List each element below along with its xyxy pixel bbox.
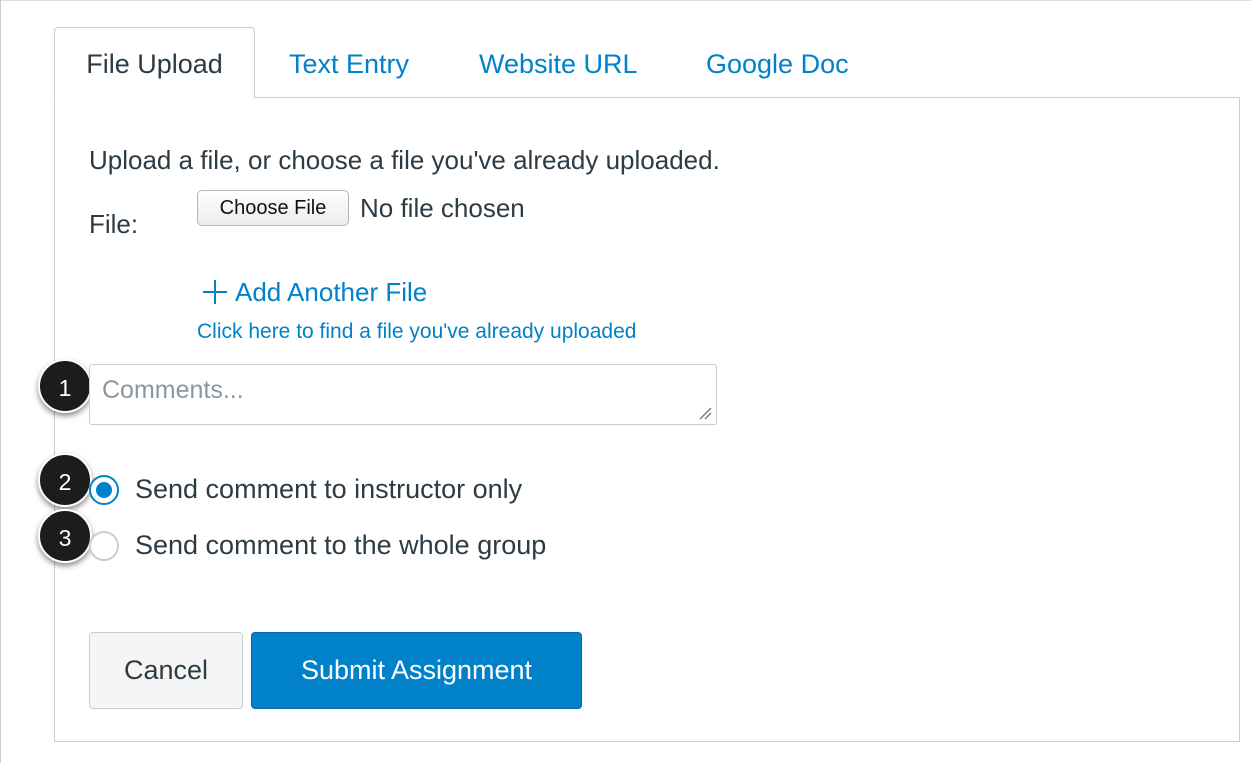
frame-top-border — [0, 0, 1251, 1]
callout-badge-2: 2 — [38, 453, 92, 507]
radio-label-whole-group: Send comment to the whole group — [135, 530, 547, 560]
radio-instructor-only[interactable]: Send comment to instructor only — [89, 474, 522, 505]
frame-left-border — [0, 0, 1, 763]
tab-google-doc[interactable]: Google Doc — [706, 35, 849, 93]
radio-button-checked[interactable] — [89, 474, 119, 505]
choose-file-button[interactable]: Choose File — [197, 190, 349, 226]
resize-grip-icon[interactable] — [698, 406, 712, 420]
tab-file-upload[interactable]: File Upload — [54, 27, 255, 99]
cancel-button[interactable]: Cancel — [89, 632, 243, 709]
tab-website-url[interactable]: Website URL — [479, 35, 638, 93]
file-label: File: — [89, 209, 139, 239]
add-another-file-label: Add Another File — [235, 277, 428, 307]
add-another-file-link[interactable]: Add Another File — [197, 274, 427, 310]
find-uploaded-file-link[interactable]: Click here to find a file you've already… — [197, 320, 636, 344]
callout-badge-1: 1 — [38, 359, 92, 413]
comments-textarea[interactable] — [89, 364, 717, 425]
tab-text-entry[interactable]: Text Entry — [289, 35, 409, 93]
upload-instructions: Upload a file, or choose a file you've a… — [89, 145, 720, 175]
no-file-chosen-text: No file chosen — [360, 193, 525, 223]
radio-whole-group[interactable]: Send comment to the whole group — [89, 530, 546, 561]
radio-label-instructor-only: Send comment to instructor only — [135, 474, 523, 504]
submit-assignment-button[interactable]: Submit Assignment — [251, 632, 582, 709]
callout-badge-3: 3 — [38, 509, 92, 563]
radio-button-unchecked[interactable] — [89, 530, 119, 561]
plus-icon — [203, 280, 227, 304]
